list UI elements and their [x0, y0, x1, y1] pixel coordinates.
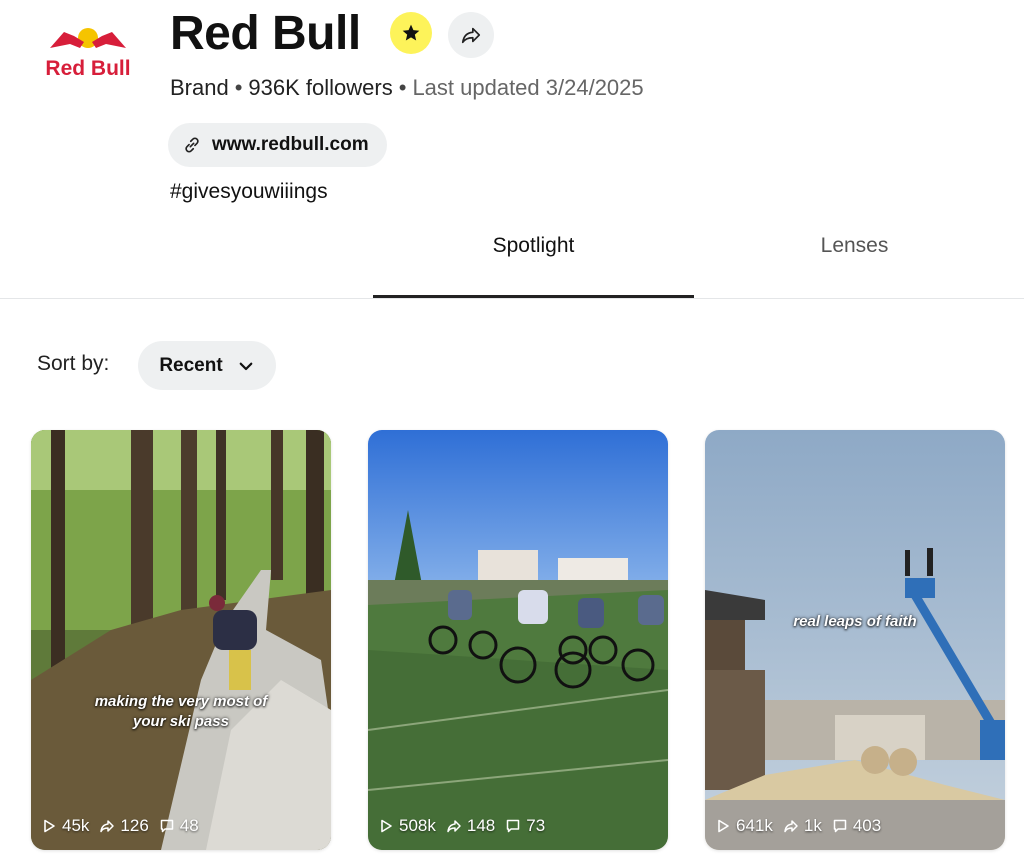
- sort-dropdown[interactable]: Recent: [138, 341, 276, 390]
- tab-spotlight[interactable]: Spotlight: [373, 234, 694, 258]
- profile-bio: #givesyouwiiings: [170, 180, 328, 203]
- spotlight-card[interactable]: 508k 148 73: [368, 430, 668, 850]
- share-count-value: 126: [120, 816, 149, 835]
- view-count-value: 508k: [399, 816, 436, 835]
- profile-category: Brand: [170, 75, 229, 100]
- share-icon: [461, 27, 481, 44]
- view-count-value: 45k: [62, 816, 90, 835]
- comment-count: 73: [505, 816, 545, 836]
- tab-lenses[interactable]: Lenses: [694, 234, 1015, 258]
- share-arrow-icon: [447, 820, 461, 833]
- play-icon: [381, 819, 392, 833]
- card-stats: 508k 148 73: [378, 816, 545, 836]
- spotlight-card[interactable]: real leaps of faith 641k 1k 403: [705, 430, 1005, 850]
- comment-count-value: 48: [179, 816, 199, 835]
- website-url: www.redbull.com: [212, 134, 369, 155]
- svg-text:Red Bull: Red Bull: [45, 57, 130, 80]
- view-count: 641k: [715, 816, 773, 836]
- share-count: 1k: [783, 816, 822, 836]
- link-icon: [185, 137, 199, 153]
- follower-count: 936K followers: [248, 75, 393, 100]
- comment-count: 48: [159, 816, 199, 836]
- share-arrow-icon: [100, 820, 115, 833]
- comment-icon: [160, 819, 174, 833]
- play-icon: [44, 819, 55, 833]
- video-thumbnail: [31, 430, 331, 850]
- sort-label: Sort by:: [37, 352, 110, 375]
- play-icon: [718, 819, 729, 833]
- share-button[interactable]: [448, 12, 494, 58]
- website-link[interactable]: www.redbull.com: [168, 123, 387, 167]
- profile-meta: Brand • 936K followers • Last updated 3/24/2…: [170, 75, 644, 100]
- profile-name: Red Bull: [170, 7, 361, 60]
- video-thumbnail: [705, 430, 1005, 850]
- sort-value: Recent: [159, 354, 223, 376]
- chevron-down-icon: [239, 362, 253, 370]
- card-stats: 641k 1k 403: [715, 816, 881, 836]
- caption-line: making the very most of: [94, 693, 268, 710]
- star-icon: [390, 12, 432, 54]
- share-count-value: 148: [466, 816, 496, 835]
- comment-icon: [833, 819, 847, 833]
- comment-count-value: 403: [852, 816, 882, 835]
- share-arrow-icon: [784, 820, 798, 833]
- divider: [0, 298, 1024, 299]
- comment-count: 403: [832, 816, 881, 836]
- video-thumbnail: [368, 430, 668, 850]
- caption-line: real leaps of faith: [793, 613, 917, 630]
- card-caption: real leaps of faith: [705, 612, 1005, 632]
- comment-icon: [507, 819, 520, 833]
- share-count-value: 1k: [803, 816, 822, 835]
- card-caption: making the very most of your ski pass: [31, 692, 331, 732]
- view-count: 508k: [378, 816, 436, 836]
- view-count-value: 641k: [736, 816, 773, 835]
- card-stats: 45k 126 48: [41, 816, 199, 836]
- view-count: 45k: [41, 816, 89, 836]
- red-bull-logo: Red Bull: [40, 22, 136, 82]
- share-count: 148: [446, 816, 495, 836]
- spotlight-card[interactable]: making the very most of your ski pass 45…: [31, 430, 331, 850]
- share-count: 126: [99, 816, 149, 836]
- last-updated: Last updated 3/24/2025: [412, 75, 644, 100]
- caption-line: your ski pass: [133, 713, 229, 730]
- comment-count-value: 73: [526, 816, 546, 835]
